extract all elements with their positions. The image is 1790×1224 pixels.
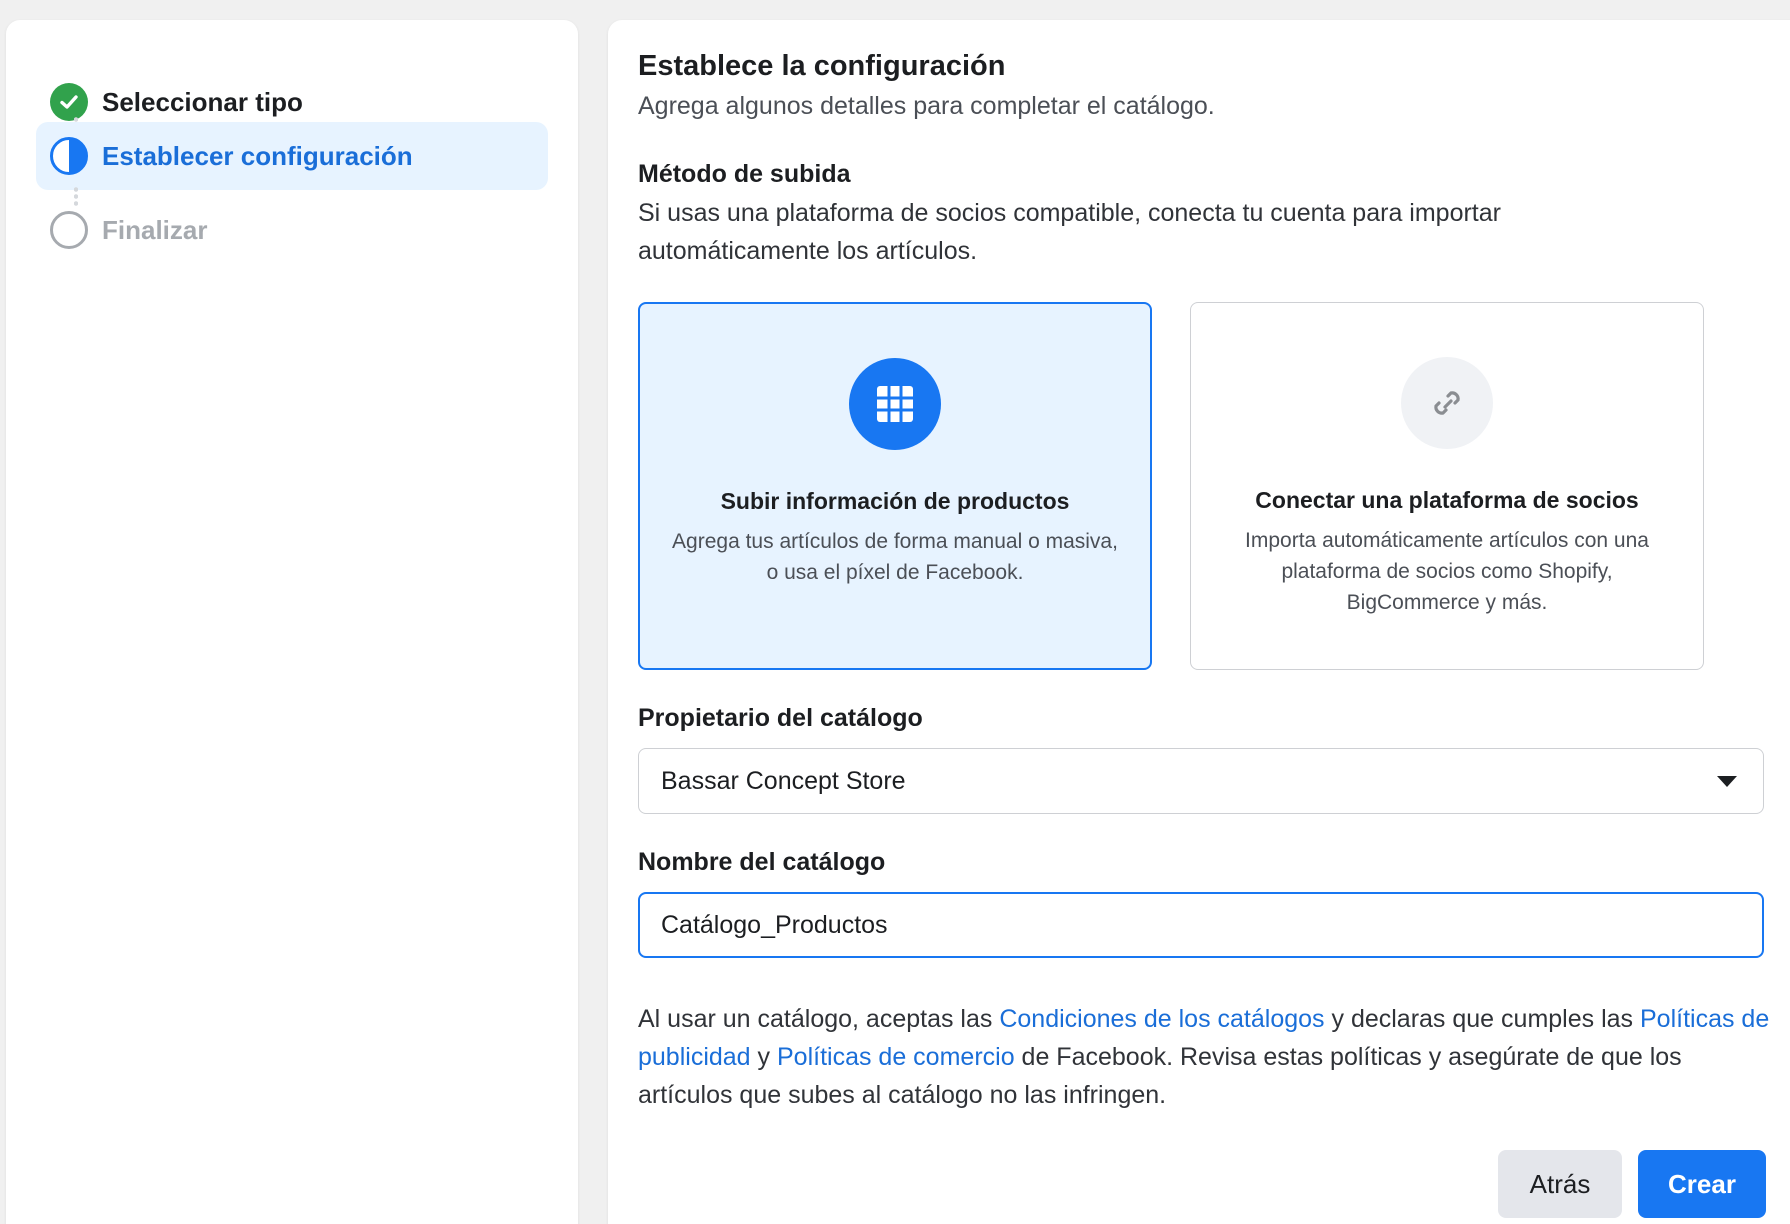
catalog-terms-link[interactable]: Condiciones de los catálogos <box>999 1005 1324 1033</box>
back-button[interactable]: Atrás <box>1498 1150 1622 1218</box>
terms-text: Al usar un catálogo, aceptas las Condici… <box>638 1000 1778 1114</box>
step-set-configuration[interactable]: Establecer configuración <box>36 122 548 190</box>
catalog-owner-select[interactable]: Bassar Concept Store <box>638 748 1764 814</box>
upload-method-description: Si usas una plataforma de socios compati… <box>638 199 1501 265</box>
commerce-policies-link[interactable]: Políticas de comercio <box>777 1043 1015 1071</box>
option-description: Agrega tus artículos de forma manual o m… <box>672 530 1118 584</box>
catalog-name-label: Nombre del catálogo <box>638 848 886 876</box>
terms-text-part: y declaras que cumples las <box>1324 1005 1640 1033</box>
page-subtitle: Agrega algunos detalles para completar e… <box>638 92 1215 120</box>
option-title: Conectar una plataforma de socios <box>1255 487 1639 513</box>
half-filled-circle-icon <box>50 137 88 175</box>
option-connect-partner[interactable]: Conectar una plataforma de socios Import… <box>1190 302 1704 670</box>
create-button[interactable]: Crear <box>1638 1150 1766 1218</box>
step-label: Establecer configuración <box>102 140 413 171</box>
checkmark-circle-icon <box>50 83 88 121</box>
option-upload-products[interactable]: Subir información de productos Agrega tu… <box>638 302 1152 670</box>
link-icon <box>1401 357 1493 449</box>
option-description: Importa automáticamente artículos con un… <box>1245 529 1649 614</box>
configuration-panel: Establece la configuración Agrega alguno… <box>608 20 1790 1224</box>
page-title: Establece la configuración <box>638 50 1006 82</box>
catalog-owner-label: Propietario del catálogo <box>638 704 923 732</box>
stepper-panel: Seleccionar tipo Establecer configuració… <box>6 20 578 1224</box>
grid-icon <box>849 358 941 450</box>
step-label: Seleccionar tipo <box>102 86 303 117</box>
upload-method-heading: Método de subida <box>638 160 851 188</box>
terms-text-part: Al usar un catálogo, aceptas las <box>638 1005 1000 1033</box>
catalog-name-input[interactable] <box>638 892 1764 958</box>
caret-down-icon <box>1717 776 1737 787</box>
option-title: Subir información de productos <box>720 488 1070 514</box>
catalog-owner-value: Bassar Concept Store <box>661 766 906 795</box>
step-finish[interactable]: Finalizar <box>36 196 548 264</box>
terms-text-part: y <box>750 1043 777 1071</box>
step-label: Finalizar <box>102 214 208 245</box>
catalog-setup-screen: Seleccionar tipo Establecer configuració… <box>0 0 1790 1224</box>
empty-circle-icon <box>50 211 88 249</box>
